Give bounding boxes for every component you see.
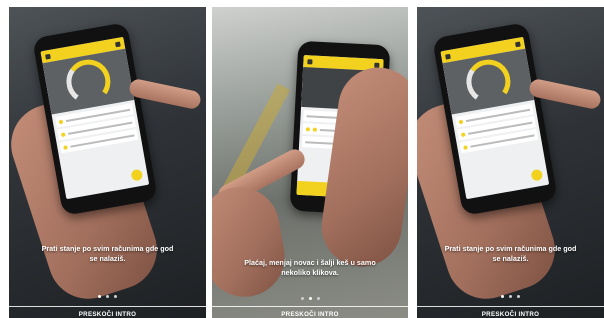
menu-icon	[44, 53, 51, 60]
caption-line: Prati stanje po svim računima gde god	[444, 244, 577, 253]
bullet-icon	[460, 131, 466, 137]
app-screen	[440, 36, 550, 200]
slide-caption: Prati stanje po svim računima gde god se…	[417, 244, 604, 264]
page-indicator	[212, 297, 408, 300]
page-dot	[300, 297, 304, 300]
menu-icon	[307, 58, 313, 64]
page-dot-active	[98, 295, 101, 298]
bullet-icon	[60, 131, 66, 137]
page-dot	[509, 295, 512, 298]
onboarding-screens: Prati stanje po svim računima gde god se…	[0, 0, 604, 318]
page-dot	[316, 297, 320, 300]
page-dot-active	[308, 297, 312, 300]
menu-icon	[444, 53, 451, 60]
bullet-icon	[63, 144, 68, 150]
fab-icon	[530, 168, 544, 182]
notification-icon	[514, 41, 521, 47]
intro-slide-3: Prati stanje po svim računima gde god se…	[417, 7, 604, 318]
notification-icon	[114, 41, 121, 47]
slide-caption: Plaćaj, menjaj novac i šalji keš u samo …	[212, 258, 408, 278]
bullet-icon	[463, 144, 468, 150]
caption-line: se nalaziš.	[492, 254, 529, 263]
fab-icon	[130, 168, 144, 182]
skip-intro-button[interactable]: PRESKOČI INTRO	[417, 311, 604, 318]
caption-line: Prati stanje po svim računima gde god	[41, 244, 174, 253]
bullet-icon	[458, 119, 464, 124]
intro-slide-1: Prati stanje po svim računima gde god se…	[9, 7, 206, 318]
divider	[212, 306, 408, 307]
page-dot	[517, 295, 520, 298]
page-dot	[106, 295, 109, 298]
divider	[417, 306, 604, 307]
caption-line: se nalaziš.	[89, 254, 126, 263]
caption-line: Plaćaj, menjaj novac i šalji keš u samo	[244, 258, 376, 267]
hand-image	[212, 180, 291, 304]
bullet-icon	[58, 119, 64, 124]
page-dot	[114, 295, 117, 298]
bullet-icon	[305, 126, 311, 131]
gauge-ring	[62, 56, 114, 108]
page-indicator	[417, 295, 604, 298]
gauge-ring	[462, 56, 514, 108]
skip-intro-button[interactable]: PRESKOČI INTRO	[9, 311, 206, 318]
divider	[9, 306, 206, 307]
skip-intro-button[interactable]: PRESKOČI INTRO	[212, 311, 408, 318]
slide-caption: Prati stanje po svim računima gde god se…	[9, 244, 206, 264]
intro-slide-2: Plaćaj, menjaj novac i šalji keš u samo …	[212, 7, 408, 318]
page-indicator	[9, 295, 206, 298]
bullet-icon	[312, 127, 318, 132]
caption-line: nekoliko klikova.	[281, 268, 339, 277]
app-screen	[40, 36, 150, 200]
page-dot-active	[501, 295, 504, 298]
